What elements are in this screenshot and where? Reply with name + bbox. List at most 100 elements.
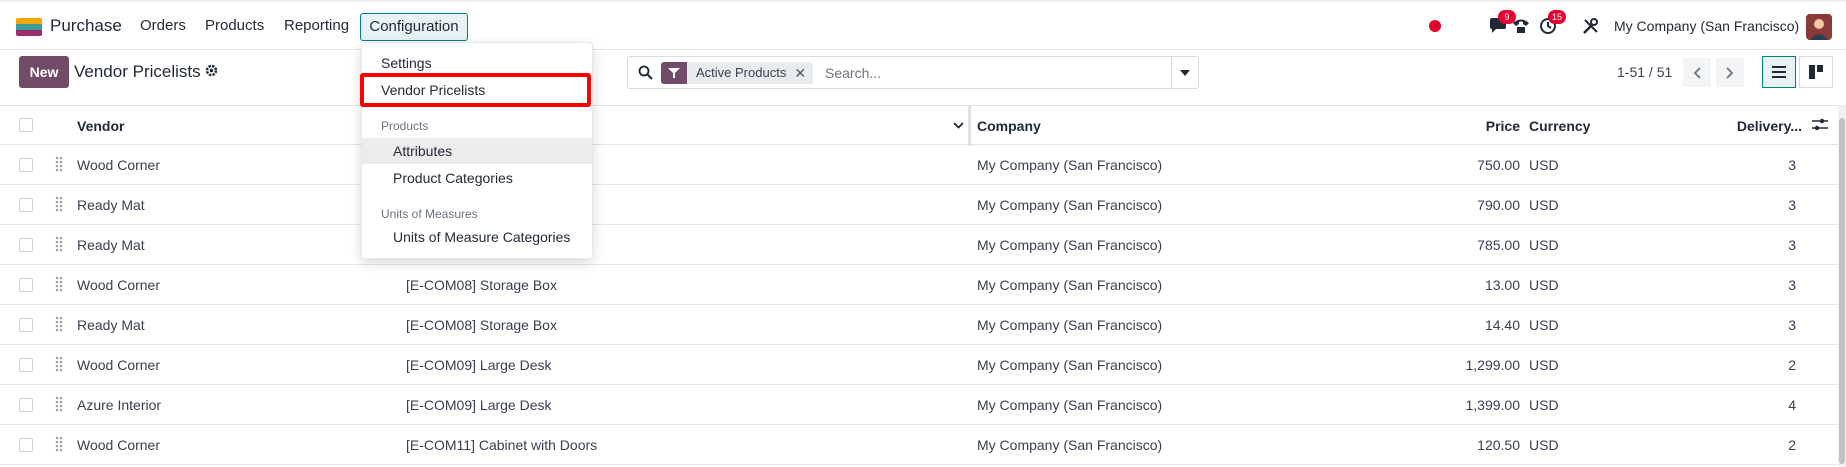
pager-next-button[interactable]: [1716, 58, 1744, 87]
list-icon: [1772, 66, 1786, 78]
activity-clock-icon[interactable]: 15: [1537, 10, 1567, 37]
kanban-view-button[interactable]: [1799, 56, 1833, 88]
cell-price: 1,299.00: [1465, 357, 1521, 373]
table-row[interactable]: Ready Mat My Company (San Francisco) 785.0…: [0, 225, 1838, 265]
gear-icon[interactable]: [205, 64, 218, 80]
row-checkbox[interactable]: [19, 278, 33, 292]
row-checkbox[interactable]: [19, 358, 33, 372]
dropdown-uom-categories[interactable]: Units of Measure Categories: [362, 224, 592, 250]
status-dot[interactable]: [1429, 20, 1441, 32]
drag-handle-icon[interactable]: [55, 156, 63, 172]
select-all-checkbox[interactable]: [19, 118, 33, 132]
table-row[interactable]: Ready Mat My Company (San Francisco) 790.0…: [0, 185, 1838, 225]
purchase-app-icon[interactable]: [16, 18, 42, 36]
activities-badge: 15: [1548, 10, 1567, 24]
menu-reporting[interactable]: Reporting: [284, 17, 349, 34]
row-checkbox[interactable]: [19, 398, 33, 412]
menu-configuration[interactable]: Configuration: [360, 13, 468, 41]
table-row[interactable]: Ready Mat [E-COM08] Storage Box My Company…: [0, 305, 1838, 345]
cell-currency: USD: [1529, 357, 1559, 373]
cell-company: My Company (San Francisco): [977, 437, 1163, 453]
kanban-icon: [1809, 65, 1823, 79]
column-resize-handle[interactable]: [968, 106, 971, 146]
cell-currency: USD: [1529, 277, 1559, 293]
list-view-button[interactable]: [1762, 56, 1796, 88]
row-checkbox[interactable]: [19, 158, 33, 172]
top-navbar: Purchase Orders Products Reporting Confi…: [0, 0, 1846, 50]
column-vendor[interactable]: Vendor: [77, 118, 124, 134]
caret-down-icon: [1180, 69, 1190, 76]
search-icon[interactable]: [638, 65, 653, 83]
cell-vendor: Ready Mat: [77, 317, 145, 333]
table-row[interactable]: Wood Corner [E-COM11] Cabinet with Doors M…: [0, 425, 1838, 465]
drag-handle-icon[interactable]: [55, 316, 63, 332]
column-dropdown-icon[interactable]: [953, 116, 964, 132]
dropdown-product-categories[interactable]: Product Categories: [362, 165, 592, 191]
search-input[interactable]: [825, 63, 1165, 83]
chevron-left-icon: [1693, 66, 1701, 79]
cell-price: 120.50: [1477, 437, 1520, 453]
dropdown-uom-header: Units of Measures: [381, 207, 478, 221]
cell-currency: USD: [1529, 237, 1559, 253]
cell-price: 750.00: [1477, 157, 1520, 173]
cell-company: My Company (San Francisco): [977, 397, 1163, 413]
messages-badge: 9: [1498, 10, 1516, 24]
drag-handle-icon[interactable]: [55, 196, 63, 212]
column-delivery[interactable]: Delivery...: [1710, 118, 1802, 134]
cell-vendor: Ready Mat: [77, 237, 145, 253]
table-header: Vendor Company Price Currency Delivery..…: [0, 105, 1838, 146]
cell-product: [E-COM09] Large Desk: [406, 397, 552, 413]
cell-price: 790.00: [1477, 197, 1520, 213]
highlight-annotation: [360, 73, 591, 107]
cell-price: 1,399.00: [1465, 397, 1521, 413]
cell-currency: USD: [1529, 437, 1559, 453]
cell-vendor: Wood Corner: [77, 157, 161, 173]
pager-previous-button[interactable]: [1683, 58, 1711, 87]
row-checkbox[interactable]: [19, 438, 33, 452]
column-company[interactable]: Company: [977, 118, 1041, 134]
column-price[interactable]: Price: [1440, 118, 1520, 134]
table-row[interactable]: Wood Corner My Company (San Francisco) 750…: [0, 145, 1838, 185]
cell-delivery: 2: [1788, 357, 1796, 373]
table-row[interactable]: Azure Interior [E-COM09] Large Desk My Com…: [0, 385, 1838, 425]
drag-handle-icon[interactable]: [55, 436, 63, 452]
cell-vendor: Azure Interior: [77, 397, 162, 413]
menu-orders[interactable]: Orders: [140, 17, 186, 34]
table-row[interactable]: Wood Corner [E-COM08] Storage Box My Compa…: [0, 265, 1838, 305]
cell-vendor: Ready Mat: [77, 197, 145, 213]
tools-icon[interactable]: [1580, 15, 1602, 37]
menu-products[interactable]: Products: [205, 17, 264, 34]
scrollbar-thumb[interactable]: [1839, 118, 1845, 464]
pager-value[interactable]: 1-51 / 51: [1617, 64, 1672, 80]
company-switcher[interactable]: My Company (San Francisco): [1614, 18, 1799, 34]
cell-company: My Company (San Francisco): [977, 317, 1163, 333]
drag-handle-icon[interactable]: [55, 276, 63, 292]
cell-delivery: 3: [1788, 157, 1796, 173]
cell-company: My Company (San Francisco): [977, 277, 1163, 293]
new-button[interactable]: New: [19, 56, 69, 88]
cell-price: 14.40: [1484, 317, 1520, 333]
user-avatar[interactable]: [1806, 14, 1832, 40]
remove-facet-icon[interactable]: ✕: [794, 62, 813, 84]
row-checkbox[interactable]: [19, 318, 33, 332]
cell-currency: USD: [1529, 197, 1559, 213]
row-checkbox[interactable]: [19, 198, 33, 212]
drag-handle-icon[interactable]: [55, 396, 63, 412]
cell-price: 785.00: [1477, 237, 1520, 253]
search-bar: Active Products ✕: [627, 56, 1199, 89]
drag-handle-icon[interactable]: [55, 356, 63, 372]
table-row[interactable]: Wood Corner [E-COM09] Large Desk My Compan…: [0, 345, 1838, 385]
drag-handle-icon[interactable]: [55, 236, 63, 252]
column-currency[interactable]: Currency: [1529, 118, 1590, 134]
cell-delivery: 3: [1788, 317, 1796, 333]
chat-icon[interactable]: 9: [1487, 10, 1516, 37]
dropdown-attributes[interactable]: Attributes: [362, 138, 592, 164]
search-options-toggle[interactable]: [1171, 57, 1198, 88]
cell-delivery: 4: [1788, 397, 1796, 413]
cell-currency: USD: [1529, 157, 1559, 173]
app-name[interactable]: Purchase: [50, 16, 122, 36]
column-settings-icon[interactable]: [1812, 118, 1828, 135]
row-checkbox[interactable]: [19, 238, 33, 252]
cell-vendor: Wood Corner: [77, 357, 161, 373]
cell-delivery: 3: [1788, 237, 1796, 253]
